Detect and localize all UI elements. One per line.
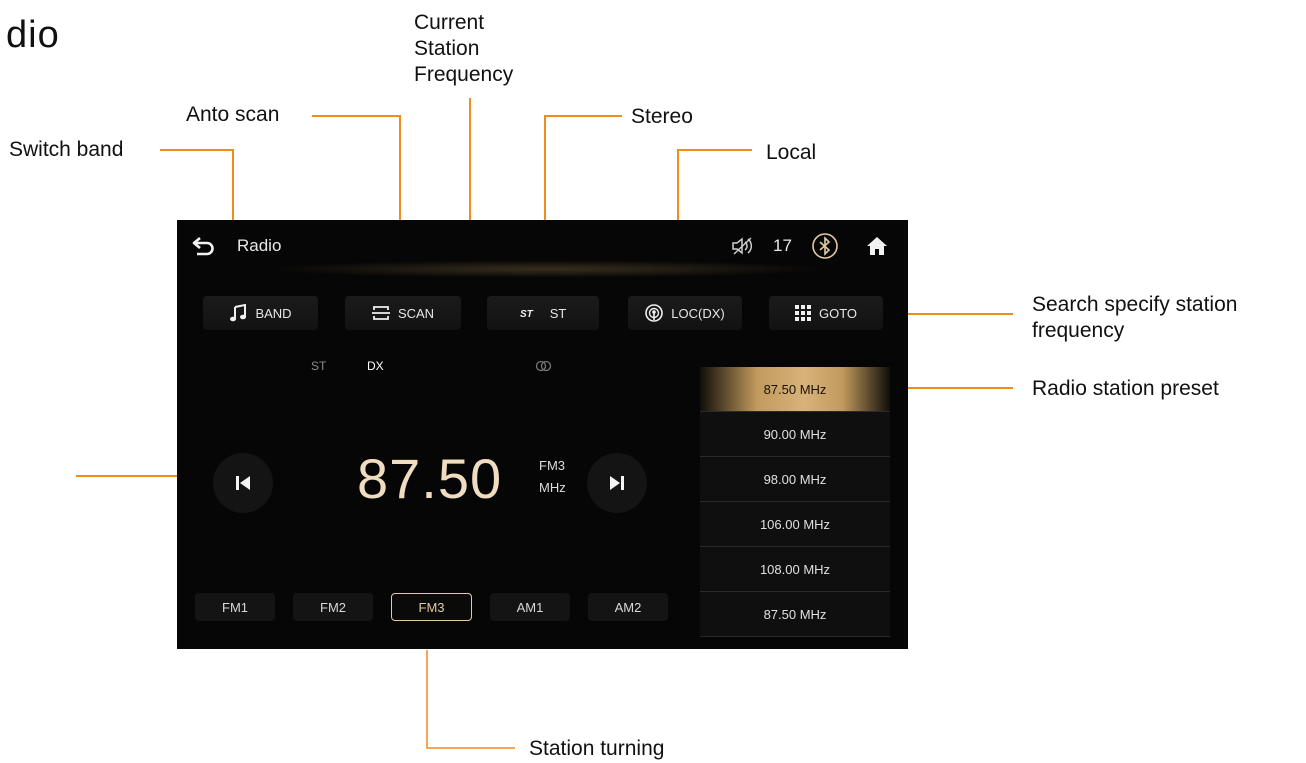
home-button[interactable] (865, 234, 889, 258)
preset-item[interactable]: 108.00 MHz (700, 547, 890, 592)
scan-icon (371, 306, 390, 320)
stereo-indicator: ST (311, 359, 327, 373)
band-tab-fm2[interactable]: FM2 (293, 593, 373, 621)
mute-icon (732, 237, 753, 255)
volume-value: 17 (773, 236, 792, 255)
band-tab-am2[interactable]: AM2 (588, 593, 668, 621)
goto-button[interactable]: GOTO (769, 296, 883, 330)
stereo-button[interactable]: ST ST (487, 296, 599, 330)
stereo-button-label: ST (549, 305, 567, 321)
callout-local: Local (766, 141, 817, 164)
back-arrow-icon (192, 237, 214, 256)
top-bar-glow (267, 260, 827, 278)
page-title: dio (6, 14, 60, 56)
stereo-rings-icon (535, 360, 552, 372)
callout-current-frequency: Current Station Frequency (414, 10, 513, 88)
frequency-unit: MHz (539, 480, 566, 495)
callout-line: frequency (1032, 319, 1125, 342)
bluetooth-icon (812, 233, 838, 259)
preset-item[interactable]: 98.00 MHz (700, 457, 890, 502)
preset-item[interactable]: 87.50 MHz (700, 367, 890, 412)
band-button[interactable]: BAND (203, 296, 318, 330)
top-bar: Radio 17 (177, 220, 908, 278)
callout-radio-preset: Radio station preset (1032, 377, 1219, 400)
prev-station-button[interactable] (213, 453, 273, 513)
preset-item[interactable]: 87.50 MHz (700, 592, 890, 637)
callout-auto-scan: Anto scan (186, 103, 280, 126)
callout-station-turning: Station turning (529, 737, 665, 760)
next-station-button[interactable] (587, 453, 647, 513)
callout-stereo: Stereo (631, 105, 693, 128)
mute-button[interactable] (731, 236, 755, 256)
bluetooth-button[interactable] (811, 232, 839, 260)
current-band: FM3 (539, 458, 565, 473)
skip-previous-icon (236, 476, 250, 490)
music-note-icon (230, 304, 247, 322)
skip-next-icon (610, 476, 624, 490)
dx-indicator: DX (367, 359, 384, 373)
preset-item[interactable]: 106.00 MHz (700, 502, 890, 547)
callout-line: Frequency (414, 63, 514, 86)
band-tab-am1[interactable]: AM1 (490, 593, 570, 621)
stereo-link-indicator (535, 359, 553, 372)
preset-item[interactable]: 90.00 MHz (700, 412, 890, 457)
radio-screen: Radio 17 BAND SCAN ST ST LOC(DX) GOTO ST… (177, 220, 908, 649)
callout-line: Search specify station (1032, 293, 1238, 316)
home-icon (867, 237, 887, 255)
station-turning-leader (426, 650, 515, 749)
local-button-label: LOC(DX) (671, 305, 725, 321)
band-tab-fm1[interactable]: FM1 (195, 593, 275, 621)
stereo-icon: ST (520, 309, 534, 318)
grid-icon (794, 305, 811, 321)
band-button-label: BAND (255, 305, 292, 321)
callout-line: Station (414, 37, 480, 60)
svg-text:ST: ST (520, 309, 534, 318)
band-tab-fm3[interactable]: FM3 (391, 593, 472, 621)
screen-title: Radio (237, 236, 282, 255)
preset-list: 87.50 MHz 90.00 MHz 98.00 MHz 106.00 MHz… (700, 367, 890, 637)
callout-switch-band: Switch band (9, 138, 124, 161)
scan-button[interactable]: SCAN (345, 296, 461, 330)
back-button[interactable] (191, 234, 217, 258)
callout-line: Current (414, 11, 485, 34)
scan-button-label: SCAN (397, 305, 435, 321)
goto-button-label: GOTO (818, 305, 858, 321)
current-frequency: 87.50 (357, 447, 503, 510)
local-button[interactable]: LOC(DX) (628, 296, 742, 330)
callout-search-station: Search specify station frequency (1032, 292, 1302, 344)
local-icon (645, 304, 664, 322)
